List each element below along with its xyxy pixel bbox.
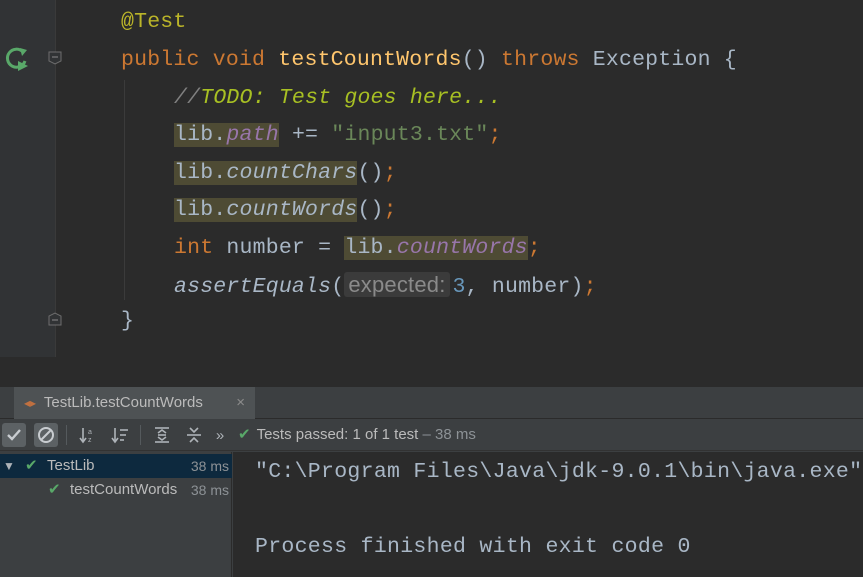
keyword-void: void (212, 48, 266, 72)
method-parens: () (461, 48, 488, 72)
close-brace: } (121, 309, 135, 333)
lib-ref: lib.countWords (174, 198, 358, 222)
sort-by-duration-button[interactable] (108, 423, 132, 447)
expand-arrow-icon[interactable]: ▼ (3, 454, 15, 478)
tree-item-test-class[interactable]: ▼ ✔ TestLib 38 ms (0, 454, 232, 478)
passed-check-icon: ✔ (48, 481, 61, 498)
path-field: path (226, 123, 279, 147)
tree-item-label: testCountWords (70, 481, 178, 498)
test-status: ✔ Tests passed: 1 of 1 test – 38 ms (238, 419, 476, 451)
code-line-comment[interactable]: //TODO: Test goes here... (174, 82, 502, 114)
method-name: testCountWords (278, 48, 462, 72)
expand-all-icon (155, 427, 169, 443)
console-output[interactable]: "C:\Program Files\Java\jdk-9.0.1\bin\jav… (233, 452, 863, 577)
assert-equals-method: assertEquals (174, 275, 332, 299)
run-test-icon[interactable] (3, 44, 31, 72)
status-time: – 38 ms (422, 426, 476, 443)
call-parens: () (357, 198, 384, 222)
lib-ref: lib.countChars (174, 161, 358, 185)
status-label: Tests passed: (256, 426, 349, 443)
test-results-tree: ▼ ✔ TestLib 38 ms ✔ testCountWords 38 ms (0, 452, 232, 577)
tree-item-time: 38 ms (188, 478, 229, 502)
tree-item-test-method[interactable]: ✔ testCountWords 38 ms (0, 478, 232, 502)
status-count: 1 of 1 test (352, 426, 419, 443)
code-line-close-brace[interactable]: } (121, 305, 134, 337)
run-tab[interactable]: ◂▸ TestLib.testCountWords × (14, 387, 255, 419)
editor-gutter (0, 0, 62, 357)
todo-comment: TODO: Test goes here... (200, 86, 502, 110)
show-ignored-button[interactable] (34, 423, 58, 447)
code-line-assert[interactable]: assertEquals(expected: 3, number); (174, 269, 597, 301)
plus-assign-op: += (278, 123, 332, 147)
close-tab-icon[interactable]: × (236, 387, 245, 419)
semicolon: ; (488, 123, 502, 147)
test-config-icon: ◂▸ (24, 396, 37, 410)
semicolon: ; (383, 198, 397, 222)
expand-all-button[interactable] (150, 423, 174, 447)
semicolon: ; (527, 236, 541, 260)
semicolon: ; (383, 161, 397, 185)
code-line-method-signature[interactable]: public void testCountWords() throws Exce… (121, 44, 737, 76)
fold-end-icon[interactable] (47, 311, 63, 327)
call-parens: () (357, 161, 384, 185)
tree-item-label: TestLib (47, 457, 95, 474)
tree-item-time: 38 ms (188, 454, 229, 478)
svg-text:z: z (88, 437, 92, 444)
semicolon: ; (583, 275, 597, 299)
console-line: Process finished with exit code 0 (255, 535, 691, 559)
run-tab-label: TestLib.testCountWords (43, 394, 203, 411)
run-tab-bar: ◂▸ TestLib.testCountWords × (0, 387, 863, 419)
exception-type: Exception (592, 48, 711, 72)
lib-ref: lib.path (174, 123, 279, 147)
count-chars-method: countChars (226, 161, 358, 185)
check-icon (7, 429, 21, 441)
code-line-annotation[interactable]: @Test (121, 6, 187, 38)
fold-collapse-icon[interactable] (47, 50, 63, 66)
sort-duration-icon (111, 428, 128, 444)
toolbar-separator (140, 425, 141, 445)
indent-guide (124, 80, 125, 300)
code-editor[interactable]: @Test public void testCountWords() throw… (0, 0, 863, 357)
more-actions-button[interactable]: » (208, 423, 232, 447)
code-line-number-decl[interactable]: int number = lib.countWords; (174, 232, 541, 264)
open-brace: { (723, 48, 737, 72)
number-decl: number = (213, 236, 345, 260)
open-paren: ( (331, 275, 345, 299)
passed-check-icon: ✔ (25, 457, 38, 474)
run-tool-window: ◂▸ TestLib.testCountWords × az » ✔ Tests … (0, 387, 863, 577)
pass-check-icon: ✔ (238, 426, 251, 443)
code-line-count-words[interactable]: lib.countWords(); (174, 194, 397, 226)
number-literal: 3 (452, 275, 466, 299)
keyword-int: int (174, 236, 214, 260)
toolbar-separator (66, 425, 67, 445)
sort-alphabetically-button[interactable]: az (76, 423, 100, 447)
assert-args: , number) (465, 275, 584, 299)
parameter-hint: expected: (344, 272, 450, 297)
show-passed-button[interactable] (2, 423, 26, 447)
count-words-field: countWords (396, 236, 528, 260)
ignored-icon (38, 427, 54, 443)
annotation-token: @Test (121, 10, 187, 34)
lib-ref: lib.countWords (344, 236, 528, 260)
code-line-path-assign[interactable]: lib.path += "input3.txt"; (174, 119, 502, 151)
svg-text:a: a (88, 429, 92, 436)
keyword-throws: throws (501, 48, 580, 72)
keyword-public: public (121, 48, 200, 72)
count-words-method: countWords (226, 198, 358, 222)
sort-alpha-icon: az (79, 428, 92, 444)
string-literal: "input3.txt" (331, 123, 489, 147)
run-toolbar: az » ✔ Tests passed: 1 of 1 test – 38 ms (0, 419, 863, 451)
code-line-count-chars[interactable]: lib.countChars(); (174, 157, 397, 189)
collapse-all-button[interactable] (182, 423, 206, 447)
collapse-all-icon (187, 427, 201, 443)
comment-slashes: // (174, 86, 201, 110)
console-line: "C:\Program Files\Java\jdk-9.0.1\bin\jav… (255, 460, 863, 484)
